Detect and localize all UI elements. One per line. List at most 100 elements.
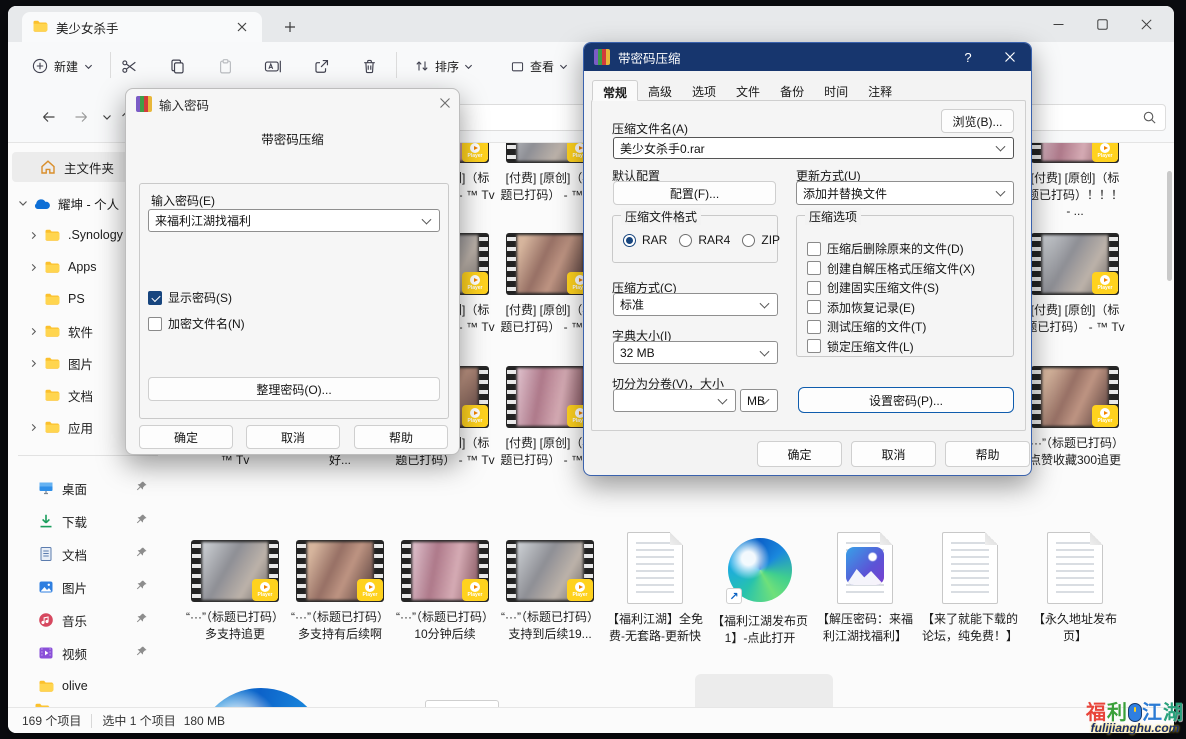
close-button[interactable] <box>1124 10 1168 38</box>
sidebar-item-下载[interactable]: 下载 <box>8 506 166 536</box>
file-item[interactable]: Player“···”（标题已打码）多支持有后续啊 <box>290 540 390 642</box>
video-thumbnail-censored[interactable]: Player <box>506 540 594 602</box>
checkbox-box[interactable] <box>807 242 821 256</box>
option-checkbox-6[interactable]: 锁定压缩文件(L) <box>807 338 914 355</box>
file-item[interactable]: ↗【福利江湖发布页1】-点此打开 <box>710 540 810 646</box>
file-item[interactable]: Player“···”（标题已打码）多支持追更 <box>185 540 285 642</box>
file-item[interactable]: 【福利江湖】全免费-无套路-更新快 <box>605 540 705 644</box>
video-thumbnail-censored[interactable]: Player <box>296 540 384 602</box>
video-thumbnail-censored[interactable]: Player <box>506 233 594 295</box>
split-size-combobox[interactable] <box>613 389 736 412</box>
radio-button[interactable] <box>679 234 692 247</box>
tab-高级[interactable]: 高级 <box>638 80 682 101</box>
file-item[interactable]: Player“···”（标题已打码）10分钟后续 <box>395 540 495 642</box>
chevron-right-icon[interactable] <box>24 231 42 240</box>
file-item[interactable]: Player[付费] [原创]（标题已打码） - ™ Tv <box>1025 233 1125 335</box>
file-item[interactable]: 【来了就能下载的论坛，纯免费！】 <box>920 540 1020 644</box>
video-thumbnail-censored[interactable]: Player <box>1031 233 1119 295</box>
checkbox-box[interactable] <box>807 261 821 275</box>
video-thumbnail-censored[interactable]: Player <box>191 540 279 602</box>
tab-文件[interactable]: 文件 <box>726 80 770 101</box>
cancel-button[interactable]: 取消 <box>246 425 340 449</box>
sidebar-item-桌面[interactable]: 桌面 <box>8 473 166 503</box>
cancel-button[interactable]: 取消 <box>851 441 936 467</box>
dialog-titlebar[interactable]: 带密码压缩 ? <box>584 43 1031 71</box>
tab-常规[interactable]: 常规 <box>592 80 638 101</box>
help-button[interactable]: 帮助 <box>354 425 448 449</box>
checkbox-box[interactable] <box>807 339 821 353</box>
help-button[interactable]: 帮助 <box>945 441 1030 467</box>
video-thumbnail-censored[interactable]: Player <box>506 366 594 428</box>
method-combobox[interactable]: 标准 <box>613 293 778 316</box>
ok-button[interactable]: 确定 <box>139 425 233 449</box>
copy-button[interactable] <box>164 54 190 78</box>
video-thumbnail-censored[interactable]: Player <box>1031 366 1119 428</box>
help-icon[interactable]: ? <box>947 43 989 71</box>
new-button[interactable]: 新建 <box>22 52 103 80</box>
tab-注释[interactable]: 注释 <box>858 80 902 101</box>
close-icon[interactable] <box>989 43 1031 71</box>
checkbox-box[interactable] <box>807 300 821 314</box>
file-item[interactable]: Player“···”（标题已打码）支持到后续19... <box>500 540 600 642</box>
profiles-button[interactable]: 配置(F)... <box>613 181 776 205</box>
forward-button[interactable] <box>68 104 94 130</box>
chevron-right-icon[interactable] <box>24 423 42 432</box>
sort-button[interactable]: 排序 <box>406 52 481 80</box>
search-input[interactable] <box>1020 104 1166 131</box>
tab-时间[interactable]: 时间 <box>814 80 858 101</box>
tab-选项[interactable]: 选项 <box>682 80 726 101</box>
radio-button[interactable] <box>742 234 755 247</box>
file-item[interactable]: 【解压密码：来福利江湖找福利】 <box>815 540 915 644</box>
browse-button[interactable]: 浏览(B)... <box>941 109 1014 133</box>
sidebar-item-图片[interactable]: 图片 <box>8 572 166 602</box>
chevron-right-icon[interactable] <box>24 327 42 336</box>
sidebar-item-文档[interactable]: 文档 <box>8 539 166 569</box>
share-button[interactable] <box>308 54 334 78</box>
dialog-titlebar[interactable]: 输入密码 <box>126 89 459 119</box>
radio-RAR4[interactable]: RAR4 <box>679 233 730 247</box>
set-password-button[interactable]: 设置密码(P)... <box>798 387 1014 413</box>
close-icon[interactable] <box>439 97 451 112</box>
checkbox-2[interactable]: 加密文件名(N) <box>148 315 245 332</box>
explorer-tab[interactable]: 美少女杀手 <box>22 12 262 42</box>
sidebar-item-音乐[interactable]: 音乐 <box>8 605 166 635</box>
archive-name-combobox[interactable]: 美少女杀手0.rar <box>613 137 1014 159</box>
cut-button[interactable] <box>116 54 142 78</box>
view-button[interactable]: 查看 <box>502 52 576 80</box>
new-tab-button[interactable] <box>280 17 300 37</box>
option-checkbox-2[interactable]: 创建自解压格式压缩文件(X) <box>807 260 975 277</box>
checkbox-box[interactable] <box>148 291 162 305</box>
update-mode-combobox[interactable]: 添加并替换文件 <box>796 181 1014 205</box>
chevron-down-icon[interactable] <box>14 198 32 208</box>
video-thumbnail-censored[interactable]: Player <box>401 540 489 602</box>
rename-button[interactable] <box>260 54 286 78</box>
radio-RAR[interactable]: RAR <box>623 233 667 247</box>
minimize-button[interactable] <box>1036 10 1080 38</box>
tab-备份[interactable]: 备份 <box>770 80 814 101</box>
option-checkbox-1[interactable]: 压缩后删除原来的文件(D) <box>807 240 964 257</box>
checkbox-box[interactable] <box>807 281 821 295</box>
back-button[interactable] <box>36 104 62 130</box>
chevron-right-icon[interactable] <box>24 359 42 368</box>
chevron-right-icon[interactable] <box>24 263 42 272</box>
organize-passwords-button[interactable]: 整理密码(O)... <box>148 377 440 401</box>
ok-button[interactable]: 确定 <box>757 441 842 467</box>
delete-button[interactable] <box>356 54 382 78</box>
radio-button[interactable] <box>623 234 636 247</box>
checkbox-box[interactable] <box>148 317 162 331</box>
radio-ZIP[interactable]: ZIP <box>742 233 780 247</box>
dictionary-combobox[interactable]: 32 MB <box>613 341 778 364</box>
sidebar-item-clipped-folder[interactable] <box>8 694 166 707</box>
paste-button[interactable] <box>212 54 238 78</box>
option-checkbox-3[interactable]: 创建固实压缩文件(S) <box>807 279 939 296</box>
file-item[interactable]: Player“···”（标题已打码）点赞收藏300追更 <box>1025 366 1125 468</box>
option-checkbox-5[interactable]: 测试压缩的文件(T) <box>807 318 926 335</box>
sidebar-item-视频[interactable]: 视频 <box>8 638 166 668</box>
option-checkbox-4[interactable]: 添加恢复记录(E) <box>807 299 915 316</box>
maximize-button[interactable] <box>1080 10 1124 38</box>
file-item[interactable]: 【永久地址发布页】 <box>1025 540 1125 644</box>
tab-close-icon[interactable] <box>232 17 252 37</box>
password-combobox[interactable]: 来福利江湖找福利 <box>148 209 440 232</box>
checkbox-box[interactable] <box>807 320 821 334</box>
checkbox-1[interactable]: 显示密码(S) <box>148 289 232 306</box>
